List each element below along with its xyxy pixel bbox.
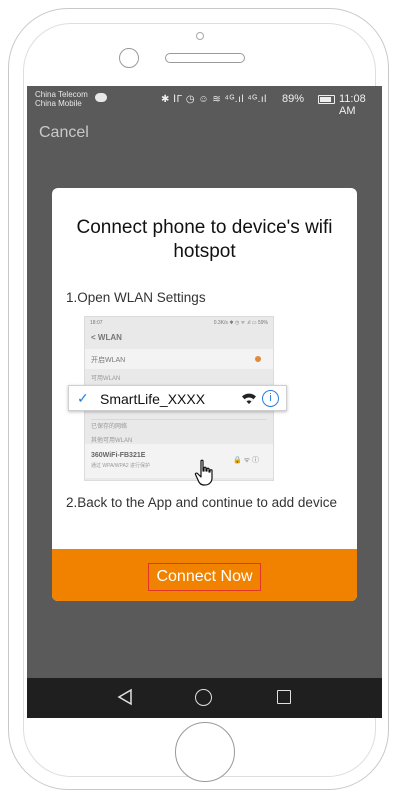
hand-cursor-icon	[194, 459, 213, 486]
status-bar: China Telecom China Mobile ✱ ⅠΓ ◷ ☺ ≋ ⁴ᴳ…	[27, 86, 382, 117]
clock: 11:08 AM	[339, 93, 366, 117]
cancel-button[interactable]: Cancel	[39, 124, 89, 142]
connect-dialog: Connect phone to device's wifi hotspot 1…	[52, 188, 357, 601]
home-button[interactable]	[175, 722, 235, 782]
preview-enable-label: 开启WLAN	[91, 357, 126, 364]
connect-bar[interactable]: Connect Now	[52, 549, 357, 601]
network-ssid: SmartLife_XXXX	[100, 391, 206, 407]
preview-available-label: 可用WLAN	[91, 376, 121, 382]
phone-screen: China Telecom China Mobile ✱ ⅠΓ ◷ ☺ ≋ ⁴ᴳ…	[27, 86, 382, 718]
preview-network-name: 360WiFi-FB321E	[91, 452, 146, 459]
preview-network-security: 通过 WPA/WPA2 进行保护	[91, 463, 150, 469]
earpiece-speaker	[165, 53, 245, 63]
chat-icon	[95, 93, 107, 102]
front-camera	[119, 48, 139, 68]
dialog-title: Connect phone to device's wifi hotspot	[76, 217, 333, 262]
recent-apps-icon[interactable]	[277, 690, 291, 704]
preview-saved-label: 已保存的网络	[91, 424, 128, 430]
carrier-line-2: China Mobile	[35, 99, 82, 108]
preview-other-label: 其他可用WLAN	[91, 438, 133, 444]
preview-divider	[91, 419, 267, 420]
toggle-dot-icon	[255, 356, 261, 362]
info-icon: i	[262, 390, 279, 407]
check-icon: ✓	[77, 390, 89, 406]
wifi-icon	[242, 393, 256, 404]
home-circle-icon[interactable]	[195, 689, 212, 706]
step-2-text: 2.Back to the App and continue to add de…	[66, 495, 337, 510]
back-icon[interactable]	[117, 688, 133, 706]
smartlife-network-card: ✓ SmartLife_XXXX i	[68, 385, 287, 411]
preview-network-row: 360WiFi-FB321E 通过 WPA/WPA2 进行保护 🔒 ᯤ ⓘ	[85, 444, 273, 478]
carrier-info: China Telecom China Mobile	[35, 90, 88, 108]
preview-enable-row: 开启WLAN	[85, 349, 273, 369]
proximity-sensor	[196, 32, 204, 40]
battery-percent: 89%	[282, 93, 305, 105]
step-1-text: 1.Open WLAN Settings	[66, 290, 206, 305]
preview-lock-wifi-icon: 🔒 ᯤ ⓘ	[233, 457, 259, 464]
preview-status-icons: 0.3K/s ✱ ◷ ᯤ .ıl ▭ 59%	[213, 320, 268, 326]
carrier-line-1: China Telecom	[35, 90, 88, 99]
navigation-bar	[27, 678, 382, 718]
connect-now-button[interactable]: Connect Now	[148, 563, 261, 591]
preview-status-time: 18:07	[90, 320, 103, 326]
status-icons: ✱ ⅠΓ ◷ ☺ ≋ ⁴ᴳ.ıl ⁴ᴳ.ıl	[161, 94, 267, 105]
battery-icon	[318, 95, 335, 104]
preview-title: < WLAN	[91, 333, 122, 342]
